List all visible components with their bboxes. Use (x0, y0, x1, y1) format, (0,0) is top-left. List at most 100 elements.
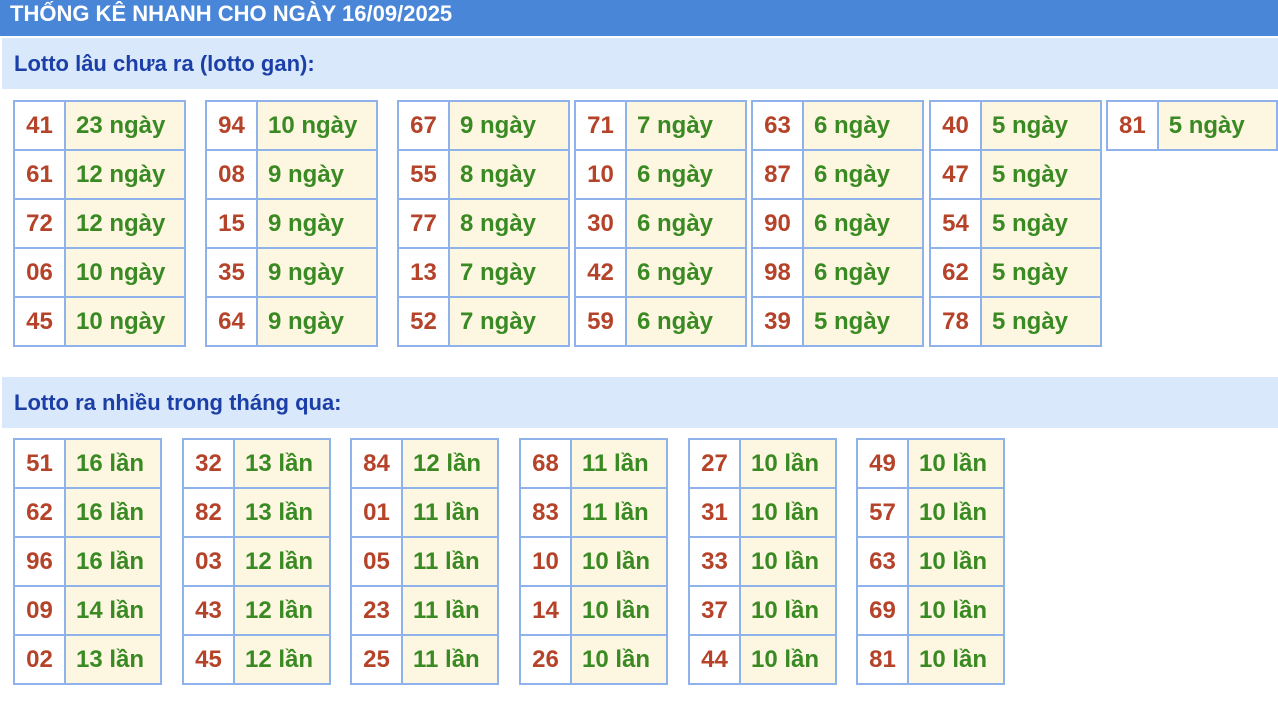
occurrence-count: 10 lần (907, 634, 1005, 685)
table-row: 51 16 lần (13, 438, 162, 489)
table-row: 77 8 ngày (397, 198, 570, 249)
table-row: 87 6 ngày (751, 149, 924, 200)
lotto-number: 84 (350, 438, 403, 489)
table-row: 82 13 lần (182, 487, 331, 538)
table-row: 02 13 lần (13, 634, 162, 685)
lotto-number: 47 (929, 149, 982, 200)
lotto-number: 05 (350, 536, 403, 587)
lotto-number: 52 (397, 296, 450, 347)
lotto-number: 83 (519, 487, 572, 538)
lotto-gan-table-3: 67 9 ngày 55 8 ngày 77 8 ngày 13 7 ngày 52 7 ngày (397, 100, 570, 347)
table-row: 96 16 lần (13, 536, 162, 587)
table-row: 41 23 ngày (13, 100, 186, 151)
days-absent: 6 ngày (625, 198, 747, 249)
table-row: 62 16 lần (13, 487, 162, 538)
lotto-number: 82 (182, 487, 235, 538)
lotto-number: 27 (688, 438, 741, 489)
lotto-number: 51 (13, 438, 66, 489)
table-row: 45 12 lần (182, 634, 331, 685)
table-row: 09 14 lần (13, 585, 162, 636)
occurrence-count: 10 lần (570, 585, 668, 636)
days-absent: 6 ngày (625, 149, 747, 200)
table-row: 44 10 lần (688, 634, 837, 685)
table-row: 49 10 lần (856, 438, 1005, 489)
days-absent: 9 ngày (448, 100, 570, 151)
table-row: 62 5 ngày (929, 247, 1102, 298)
lotto-nhieu-table-1: 51 16 lần 62 16 lần 96 16 lần 09 14 lần 02 13 lần (13, 438, 162, 685)
days-absent: 6 ngày (802, 247, 924, 298)
lotto-nhieu-table-5: 27 10 lần 31 10 lần 33 10 lần 37 10 lần 44 10 lần (688, 438, 837, 685)
lotto-gan-table-6: 40 5 ngày 47 5 ngày 54 5 ngày 62 5 ngày 78 5 ngày (929, 100, 1102, 347)
lotto-number: 10 (574, 149, 627, 200)
lotto-gan-table-1: 41 23 ngày 61 12 ngày 72 12 ngày 06 10 ngày 45 10… (13, 100, 186, 347)
occurrence-count: 13 lần (233, 487, 331, 538)
table-row: 69 10 lần (856, 585, 1005, 636)
occurrence-count: 10 lần (739, 536, 837, 587)
lotto-number: 14 (519, 585, 572, 636)
days-absent: 8 ngày (448, 198, 570, 249)
lotto-number: 15 (205, 198, 258, 249)
table-row: 98 6 ngày (751, 247, 924, 298)
table-row: 47 5 ngày (929, 149, 1102, 200)
table-row: 81 5 ngày (1106, 100, 1278, 151)
days-absent: 5 ngày (980, 198, 1102, 249)
lotto-number: 45 (13, 296, 66, 347)
occurrence-count: 11 lần (401, 536, 499, 587)
lotto-number: 54 (929, 198, 982, 249)
lotto-nhieu-table-2: 32 13 lần 82 13 lần 03 12 lần 43 12 lần 45 12 lần (182, 438, 331, 685)
lotto-nhieu-table-4: 68 11 lần 83 11 lần 10 10 lần 14 10 lần 26 10 lần (519, 438, 668, 685)
occurrence-count: 13 lần (64, 634, 162, 685)
table-row: 32 13 lần (182, 438, 331, 489)
occurrence-count: 11 lần (401, 634, 499, 685)
occurrence-count: 10 lần (739, 634, 837, 685)
table-row: 26 10 lần (519, 634, 668, 685)
lotto-number: 03 (182, 536, 235, 587)
table-row: 27 10 lần (688, 438, 837, 489)
table-row: 84 12 lần (350, 438, 499, 489)
lotto-number: 87 (751, 149, 804, 200)
table-row: 37 10 lần (688, 585, 837, 636)
lotto-number: 44 (688, 634, 741, 685)
lotto-number: 69 (856, 585, 909, 636)
table-row: 81 10 lần (856, 634, 1005, 685)
days-absent: 10 ngày (256, 100, 378, 151)
table-row: 61 12 ngày (13, 149, 186, 200)
table-row: 05 11 lần (350, 536, 499, 587)
table-row: 55 8 ngày (397, 149, 570, 200)
table-row: 31 10 lần (688, 487, 837, 538)
lotto-number: 02 (13, 634, 66, 685)
lotto-number: 59 (574, 296, 627, 347)
lotto-number: 45 (182, 634, 235, 685)
table-row: 54 5 ngày (929, 198, 1102, 249)
lotto-number: 49 (856, 438, 909, 489)
days-absent: 7 ngày (448, 247, 570, 298)
lotto-number: 90 (751, 198, 804, 249)
occurrence-count: 16 lần (64, 536, 162, 587)
lotto-number: 63 (856, 536, 909, 587)
days-absent: 6 ngày (802, 100, 924, 151)
occurrence-count: 11 lần (401, 585, 499, 636)
table-row: 63 10 lần (856, 536, 1005, 587)
table-row: 03 12 lần (182, 536, 331, 587)
lotto-number: 81 (856, 634, 909, 685)
lotto-gan-table-4: 71 7 ngày 10 6 ngày 30 6 ngày 42 6 ngày 59 6 ngày (574, 100, 747, 347)
days-absent: 6 ngày (625, 296, 747, 347)
table-row: 90 6 ngày (751, 198, 924, 249)
table-row: 94 10 ngày (205, 100, 378, 151)
occurrence-count: 10 lần (570, 536, 668, 587)
lotto-number: 62 (13, 487, 66, 538)
table-row: 35 9 ngày (205, 247, 378, 298)
lotto-number: 13 (397, 247, 450, 298)
table-row: 39 5 ngày (751, 296, 924, 347)
days-absent: 6 ngày (802, 149, 924, 200)
table-row: 08 9 ngày (205, 149, 378, 200)
lotto-number: 94 (205, 100, 258, 151)
table-row: 78 5 ngày (929, 296, 1102, 347)
occurrence-count: 12 lần (233, 585, 331, 636)
lotto-number: 96 (13, 536, 66, 587)
lotto-number: 67 (397, 100, 450, 151)
occurrence-count: 12 lần (233, 634, 331, 685)
occurrence-count: 13 lần (233, 438, 331, 489)
lotto-number: 06 (13, 247, 66, 298)
table-row: 01 11 lần (350, 487, 499, 538)
